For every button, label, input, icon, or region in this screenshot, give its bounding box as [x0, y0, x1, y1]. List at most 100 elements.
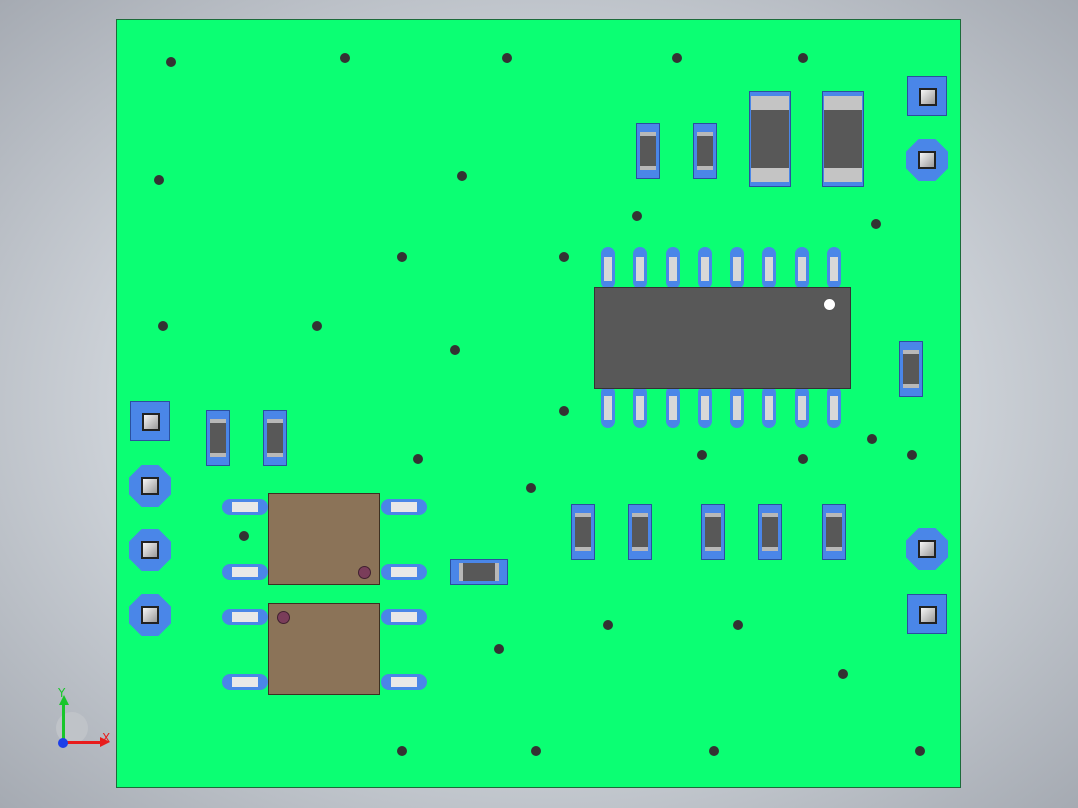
drill-hole: [919, 88, 937, 106]
left-pad-2[interactable]: [129, 465, 171, 507]
ic-pin: [633, 386, 647, 428]
capacitor[interactable]: [749, 91, 791, 187]
origin-icon: [58, 738, 68, 748]
ic-soic16[interactable]: [594, 287, 851, 389]
via: [697, 450, 707, 460]
opto-lead: [381, 564, 427, 580]
ic-pin: [698, 386, 712, 428]
left-pad-4[interactable]: [129, 594, 171, 636]
drill-hole: [919, 606, 937, 624]
ic-pin: [666, 386, 680, 428]
pcb-board[interactable]: [116, 19, 961, 788]
resistor-body: [459, 563, 499, 581]
resistor-body: [903, 350, 919, 388]
opto-lead: [381, 609, 427, 625]
smd-resistor[interactable]: [263, 410, 287, 466]
via: [709, 746, 719, 756]
opto-lead: [381, 499, 427, 515]
via: [526, 483, 536, 493]
smd-resistor[interactable]: [206, 410, 230, 466]
right-pad-1[interactable]: [907, 76, 947, 116]
pin1-marker-icon: [823, 298, 836, 311]
resistor-body: [632, 513, 648, 551]
via: [632, 211, 642, 221]
pin1-marker-icon: [358, 566, 371, 579]
via: [531, 746, 541, 756]
via: [603, 620, 613, 630]
via: [340, 53, 350, 63]
via: [867, 434, 877, 444]
capacitor[interactable]: [822, 91, 864, 187]
via: [502, 53, 512, 63]
via: [239, 531, 249, 541]
y-axis-icon: [62, 702, 65, 742]
smd-resistor[interactable]: [693, 123, 717, 179]
left-pad-3[interactable]: [129, 529, 171, 571]
ic-pin: [762, 247, 776, 289]
drill-hole: [142, 413, 160, 431]
capacitor-body: [751, 96, 789, 182]
via: [457, 171, 467, 181]
via: [166, 57, 176, 67]
opto-lead: [222, 674, 268, 690]
resistor-body: [640, 132, 656, 170]
via: [907, 450, 917, 460]
via: [798, 53, 808, 63]
pin1-marker-icon: [277, 611, 290, 624]
right-pad-3[interactable]: [906, 528, 948, 570]
x-axis-icon: [64, 741, 102, 744]
drill-hole: [141, 606, 159, 624]
via: [397, 252, 407, 262]
smd-resistor[interactable]: [701, 504, 725, 560]
ic-pin: [730, 247, 744, 289]
via: [559, 406, 569, 416]
ic-pin: [698, 247, 712, 289]
coordinate-triad: Y X: [52, 686, 114, 754]
right-pad-2[interactable]: [906, 139, 948, 181]
y-axis-label: Y: [58, 686, 66, 700]
resistor-body: [210, 419, 226, 457]
ic-pin: [762, 386, 776, 428]
ic-pin: [601, 247, 615, 289]
via: [413, 454, 423, 464]
via: [733, 620, 743, 630]
ic-pin: [795, 386, 809, 428]
ic-pin: [730, 386, 744, 428]
via: [915, 746, 925, 756]
cad-viewport[interactable]: Y X: [0, 0, 1078, 808]
opto-lead: [222, 499, 268, 515]
via: [559, 252, 569, 262]
ic-pin: [827, 247, 841, 289]
via: [494, 644, 504, 654]
via: [312, 321, 322, 331]
via: [838, 669, 848, 679]
via: [798, 454, 808, 464]
via: [450, 345, 460, 355]
resistor-body: [697, 132, 713, 170]
capacitor-body: [824, 96, 862, 182]
optocoupler-lower[interactable]: [268, 603, 380, 695]
opto-lead: [222, 564, 268, 580]
drill-hole: [141, 541, 159, 559]
ic-pin: [795, 247, 809, 289]
via: [397, 746, 407, 756]
ic-pin: [827, 386, 841, 428]
smd-resistor-horizontal[interactable]: [450, 559, 508, 585]
resistor-body: [575, 513, 591, 551]
optocoupler-upper[interactable]: [268, 493, 380, 585]
via: [154, 175, 164, 185]
resistor-body: [267, 419, 283, 457]
via: [672, 53, 682, 63]
ic-pin: [601, 386, 615, 428]
left-pad-1[interactable]: [130, 401, 170, 441]
smd-resistor[interactable]: [899, 341, 923, 397]
resistor-body: [705, 513, 721, 551]
smd-resistor[interactable]: [822, 504, 846, 560]
ic-pin: [633, 247, 647, 289]
smd-resistor[interactable]: [758, 504, 782, 560]
smd-resistor[interactable]: [571, 504, 595, 560]
right-pad-4[interactable]: [907, 594, 947, 634]
smd-resistor[interactable]: [636, 123, 660, 179]
smd-resistor[interactable]: [628, 504, 652, 560]
resistor-body: [762, 513, 778, 551]
